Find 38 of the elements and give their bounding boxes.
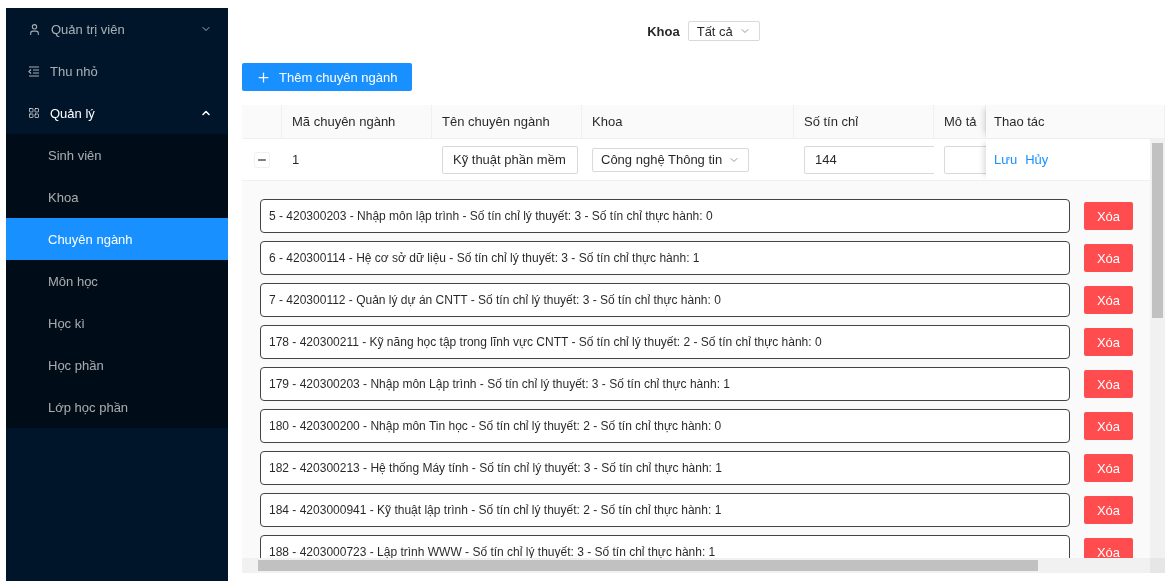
course-item: 179 - 420300203 - Nhập môn Lập trình - Số tín chỉ lý thuyết: 3 - Số tín chỉ thực hành: 1 — [260, 367, 1070, 401]
horizontal-scrollbar[interactable] — [242, 558, 1150, 573]
menu-item[interactable]: Quản lý — [6, 92, 228, 134]
plus-icon — [256, 69, 271, 85]
menu-item[interactable]: Học kì — [6, 302, 228, 344]
menu-item[interactable]: Thu nhỏ — [6, 50, 228, 92]
menu-item[interactable]: Học phần — [6, 344, 228, 386]
collapse-row-button[interactable] — [254, 151, 270, 168]
column-header: Mã chuyên ngành — [282, 105, 432, 138]
name-input[interactable]: Kỹ thuật phần mềm — [442, 145, 578, 174]
column-header: Khoa — [582, 105, 794, 138]
scrollbar-corner — [1150, 558, 1165, 573]
column-header: Số tín chỉ — [794, 105, 934, 138]
description-input[interactable] — [944, 145, 986, 174]
course-item: 182 - 420300213 - Hệ thống Máy tính - Số tín chỉ lý thuyết: 3 - Số tín chỉ thực hành: 1 — [260, 451, 1070, 485]
menu-item[interactable]: Quản trị viên — [6, 8, 228, 50]
course-item: 184 - 4203000941 - Kỹ thuật lập trình - Số tín chỉ lý thuyết: 2 - Số tín chỉ thực hành: 1 — [260, 493, 1070, 527]
course-item: 7 - 420300112 - Quản lý dự án CNTT - Số tín chỉ lý thuyết: 3 - Số tín chỉ thực hành: 0 — [260, 283, 1070, 317]
course-item: 5 - 420300203 - Nhập môn lập trình - Số tín chỉ lý thuyết: 3 - Số tín chỉ thực hành: 0 — [260, 199, 1070, 233]
menu-item[interactable]: Khoa — [6, 176, 228, 218]
column-header: Tên chuyên ngành — [432, 105, 582, 138]
grid-icon — [28, 107, 40, 119]
table-cell: 1 — [292, 152, 300, 167]
column-header: Thao tác — [986, 105, 1165, 138]
menu-item[interactable]: Lớp học phần — [6, 386, 228, 428]
menu-fold-icon — [28, 65, 40, 77]
vertical-scrollbar[interactable] — [1150, 139, 1165, 558]
menu-item[interactable]: Sinh viên — [6, 134, 228, 176]
filter-label: Khoa — [647, 23, 680, 39]
course-item: 6 - 420300114 - Hệ cơ sở dữ liệu - Số tín chỉ lý thuyết: 3 - Số tín chỉ thực hành: 1 — [260, 241, 1070, 275]
faculty-filter-select[interactable]: Tất cả — [687, 21, 760, 41]
user-icon — [28, 22, 41, 36]
menu-item[interactable]: Môn học — [6, 260, 228, 302]
credits-input[interactable]: 144 — [804, 145, 934, 174]
course-item: 188 - 4203000723 - Lập trình WWW - Số tín chỉ lý thuyết: 3 - Số tín chỉ thực hành: 1 — [260, 535, 1070, 558]
course-item: 178 - 420300211 - Kỹ năng học tập trong lĩnh vực CNTT - Số tín chỉ lý thuyết: 2 - Số tín chỉ thực hành: 0 — [260, 325, 1070, 359]
faculty-select[interactable]: Công nghệ Thông tin — [592, 147, 750, 172]
course-item: 180 - 420300200 - Nhập môn Tin học - Số tín chỉ lý thuyết: 2 - Số tín chỉ thực hành: 0 — [260, 409, 1070, 443]
